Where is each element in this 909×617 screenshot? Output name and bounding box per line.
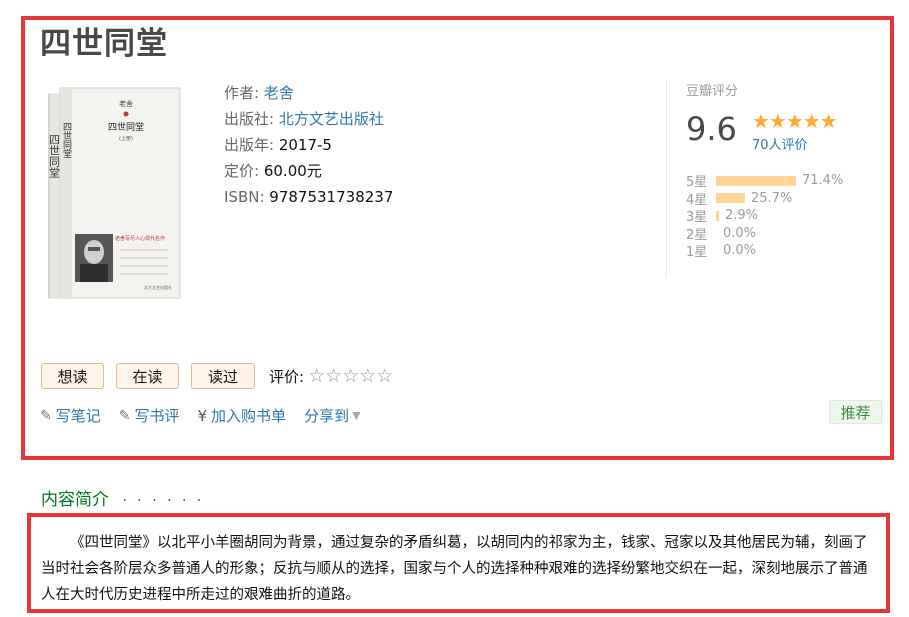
write-review-label: 写书评 [134, 407, 180, 425]
book-cover-image[interactable]: 四世同堂 四世同堂 老舍 四世同堂 (上册) 老舍写尽人心现代名作 北方文艺出版… [48, 82, 208, 300]
isbn-value: 9787531738237 [269, 188, 394, 206]
share-label: 分享到 [304, 407, 350, 425]
intro-heading-label: 内容简介 [41, 490, 109, 510]
book-info: 作者: 老舍 出版社: 北方文艺出版社 出版年: 2017-5 定价: 60.0… [224, 80, 393, 210]
rating-row-percent: 25.7% [751, 190, 793, 206]
rating-row: 4星 25.7% [686, 190, 843, 208]
write-note-link[interactable]: ✎ 写笔记 [40, 405, 101, 426]
info-author: 作者: 老舍 [224, 80, 393, 106]
rating-row-percent: 0.0% [723, 243, 757, 259]
rating-bar [716, 210, 719, 221]
pub-year-value: 2017-5 [278, 136, 332, 154]
want-to-read-button[interactable]: 想读 [41, 363, 104, 389]
rating-row-label: 4星 [686, 192, 708, 208]
reading-status-buttons: 想读 在读 读过 评价: ☆☆☆☆☆ [41, 363, 393, 389]
cover-publisher: 北方文艺出版社 [144, 284, 172, 290]
publisher-link[interactable]: 北方文艺出版社 [279, 110, 384, 128]
author-label: 作者: [224, 84, 260, 102]
rate-stars-input[interactable]: ☆☆☆☆☆ [308, 365, 393, 387]
rating-bar [716, 193, 745, 204]
recommend-button[interactable]: 推荐 [829, 400, 882, 424]
rating-row-label: 5星 [686, 175, 708, 191]
rating-row-label: 3星 [686, 210, 708, 226]
info-publisher: 出版社: 北方文艺出版社 [224, 106, 393, 132]
add-to-cart-link[interactable]: ¥ 加入购书单 [198, 405, 287, 426]
share-dropdown[interactable]: 分享到 ▼ [304, 405, 360, 426]
read-button[interactable]: 读过 [191, 363, 255, 389]
cover-title: 四世同堂 [108, 121, 144, 133]
rating-stars-icon: ★★★★★ [752, 109, 838, 133]
publisher-label: 出版社: [224, 110, 275, 128]
rating-row-percent: 0.0% [723, 225, 757, 241]
rating-row: 1星 0.0% [686, 242, 843, 260]
intro-text: 《四世同堂》以北平小羊圈胡同为背景，通过复杂的矛盾纠葛，以胡同内的祁家为主，钱家… [41, 535, 868, 603]
pencil-icon: ✎ [40, 407, 52, 424]
rate-label: 评价: [269, 367, 305, 386]
rating-distribution: 5星 71.4% 4星 25.7% 3星 2.9% 2星 0.0% 1星 0.0… [686, 172, 843, 260]
rating-title: 豆瓣评分 [686, 84, 739, 99]
rating-score: 9.6 [686, 110, 737, 148]
info-isbn: ISBN: 9787531738237 [224, 184, 393, 210]
rating-row-percent: 2.9% [725, 208, 759, 224]
book-title: 四世同堂 [40, 26, 168, 62]
rating-count-link[interactable]: 70人评价 [752, 134, 808, 153]
rating-row: 2星 0.0% [686, 225, 843, 243]
rating-panel: 豆瓣评分 9.6 ★★★★★ 70人评价 5星 71.4% 4星 25.7% 3… [666, 80, 867, 278]
write-note-label: 写笔记 [55, 407, 101, 425]
cover-volume: (上册) [119, 135, 133, 142]
isbn-label: ISBN: [224, 188, 265, 206]
svg-text:四世同堂: 四世同堂 [61, 122, 72, 158]
intro-heading: 内容简介 · · · · · · [41, 485, 204, 510]
rating-bar [716, 246, 717, 256]
rating-row-label: 2星 [686, 227, 708, 243]
rating-row-percent: 71.4% [802, 173, 844, 189]
rating-bar [716, 228, 717, 238]
info-pub-year: 出版年: 2017-5 [224, 132, 393, 158]
info-price: 定价: 60.00元 [224, 158, 393, 184]
yen-icon: ¥ [197, 406, 208, 425]
rating-row: 5星 71.4% [686, 172, 843, 190]
price-label: 定价: [224, 162, 260, 180]
pub-year-label: 出版年: [224, 136, 275, 154]
cover-blurb: 老舍写尽人心现代名作 [115, 235, 165, 242]
cover-author: 老舍 [119, 99, 133, 108]
reading-button[interactable]: 在读 [116, 363, 179, 389]
write-review-link[interactable]: ✎ 写书评 [119, 405, 180, 426]
add-to-cart-label: 加入购书单 [211, 407, 287, 425]
rating-bar [716, 175, 796, 186]
rating-row-label: 1星 [686, 245, 708, 261]
price-value: 60.00元 [263, 162, 322, 180]
pencil-icon: ✎ [118, 407, 131, 424]
intro-heading-dots: · · · · · · [122, 493, 205, 509]
author-link[interactable]: 老舍 [264, 84, 294, 102]
svg-text:四世同堂: 四世同堂 [48, 134, 61, 178]
rating-row: 3星 2.9% [686, 207, 843, 225]
caret-down-icon: ▼ [352, 409, 361, 422]
action-links: ✎ 写笔记 ✎ 写书评 ¥ 加入购书单 分享到 ▼ [40, 405, 379, 426]
